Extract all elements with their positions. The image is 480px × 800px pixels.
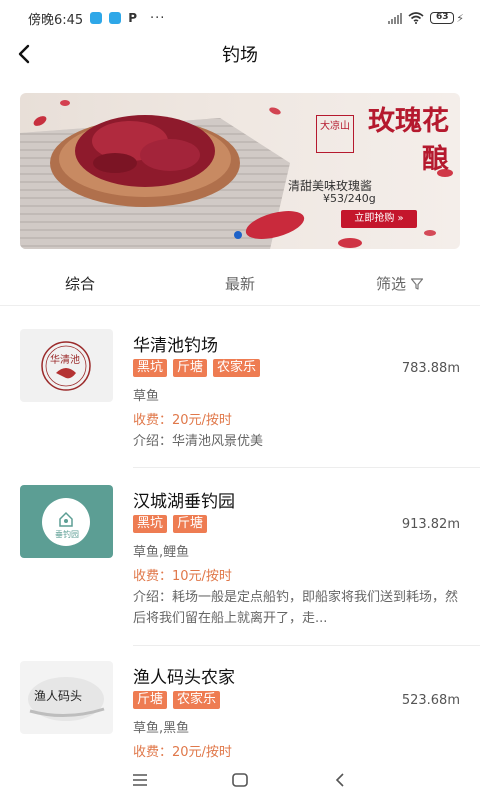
tab-filter[interactable]: 筛选 xyxy=(320,273,480,294)
promo-banner[interactable]: 大凉山 玫瑰花 酿 清甜美味玫瑰酱 ¥53/240g 立即抢购 » xyxy=(20,93,460,249)
status-bar: 傍晚6:45 P ··· 63 ⚡ xyxy=(0,0,480,36)
banner-badge: 大凉山 xyxy=(316,115,354,153)
tag-badge: 农家乐 xyxy=(213,359,261,377)
tab-bar: 综合 最新 筛选 xyxy=(0,262,480,306)
menu-button[interactable] xyxy=(130,770,150,790)
list-item[interactable]: 华清池 华清池钓场 黑坑 斤塘 农家乐 783.88m 草鱼 收费：20元/按时… xyxy=(0,307,480,468)
spot-intro: 介绍：耗场一般是定点船钓，即船家将我们送到耗场，然后将我们留在船上就离开了，走.… xyxy=(133,590,459,626)
tag-badge: 斤塘 xyxy=(173,515,208,533)
banner-title-line1: 玫瑰花 xyxy=(368,106,449,137)
app-notification-icon xyxy=(109,12,122,24)
spot-tags: 黑坑 斤塘 xyxy=(133,515,208,533)
spot-name: 华清池钓场 xyxy=(133,336,218,356)
spot-distance: 523.68m xyxy=(401,693,460,708)
status-time: 傍晚6:45 xyxy=(28,12,84,28)
more-notifications-icon: ··· xyxy=(150,10,166,26)
nav-bar: 钓场 xyxy=(0,36,480,72)
spot-fee: 收费：10元/按时 xyxy=(133,569,232,584)
spot-fee: 收费：20元/按时 xyxy=(133,745,232,760)
charging-icon: ⚡ xyxy=(456,11,464,25)
signal-icon xyxy=(388,12,403,24)
list-item[interactable]: 渔人码头 渔人码头农家 斤塘 农家乐 523.68m 草鱼,黑鱼 收费：20元/… xyxy=(0,643,480,760)
menu-icon xyxy=(133,774,147,786)
buy-now-button[interactable]: 立即抢购 » xyxy=(341,210,417,228)
chevron-left-icon xyxy=(18,44,30,64)
tag-badge: 斤塘 xyxy=(133,691,168,709)
spot-logo: 华清池 xyxy=(20,329,113,402)
back-button[interactable] xyxy=(10,40,38,68)
page-title: 钓场 xyxy=(222,45,258,66)
list-item[interactable]: 垂钓园 汉城湖垂钓园 黑坑 斤塘 913.82m 草鱼,鲤鱼 收费：10元/按时… xyxy=(0,463,480,646)
spot-logo-text: 垂钓园 xyxy=(55,530,79,539)
fishing-spot-list: 华清池 华清池钓场 黑坑 斤塘 农家乐 783.88m 草鱼 收费：20元/按时… xyxy=(0,307,480,760)
battery-level: 63 xyxy=(430,12,455,24)
home-square-icon xyxy=(232,773,248,787)
wifi-icon xyxy=(408,12,424,24)
spot-logo-image xyxy=(42,498,90,546)
back-arrow-icon xyxy=(335,773,344,787)
system-navigation-bar xyxy=(0,760,480,800)
battery-icon: 63 ⚡ xyxy=(430,12,464,25)
spot-fish: 草鱼,黑鱼 xyxy=(133,721,190,736)
tab-latest[interactable]: 最新 xyxy=(160,273,320,294)
spot-logo-text: 渔人码头 xyxy=(34,689,83,703)
banner-price: ¥53/240g xyxy=(323,192,376,205)
tab-overall[interactable]: 综合 xyxy=(0,273,160,294)
tag-badge: 黑坑 xyxy=(133,359,168,377)
tab-filter-label: 筛选 xyxy=(375,275,406,293)
spot-fish: 草鱼,鲤鱼 xyxy=(133,545,190,560)
tag-badge: 黑坑 xyxy=(133,515,168,533)
spot-fee: 收费：20元/按时 xyxy=(133,413,232,428)
system-back-button[interactable] xyxy=(330,770,350,790)
spot-distance: 783.88m xyxy=(401,361,460,376)
spot-logo-text: 华清池 xyxy=(50,355,80,366)
home-button[interactable] xyxy=(230,770,250,790)
spot-tags: 黑坑 斤塘 农家乐 xyxy=(133,359,261,377)
spot-intro: 介绍：华清池风景优美 xyxy=(133,434,264,449)
banner-title-line2: 酿 xyxy=(422,144,449,175)
spot-fish: 草鱼 xyxy=(133,389,160,404)
spot-logo: 垂钓园 xyxy=(20,485,113,558)
filter-icon xyxy=(410,277,424,290)
spot-tags: 斤塘 农家乐 xyxy=(133,691,221,709)
spot-name: 渔人码头农家 xyxy=(133,668,235,688)
app-notification-icon xyxy=(90,12,103,24)
spot-logo: 渔人码头 xyxy=(20,661,113,734)
parking-icon: P xyxy=(128,11,137,25)
spot-distance: 913.82m xyxy=(401,517,460,532)
tag-badge: 斤塘 xyxy=(173,359,208,377)
spot-name: 汉城湖垂钓园 xyxy=(133,492,235,512)
tag-badge: 农家乐 xyxy=(173,691,221,709)
